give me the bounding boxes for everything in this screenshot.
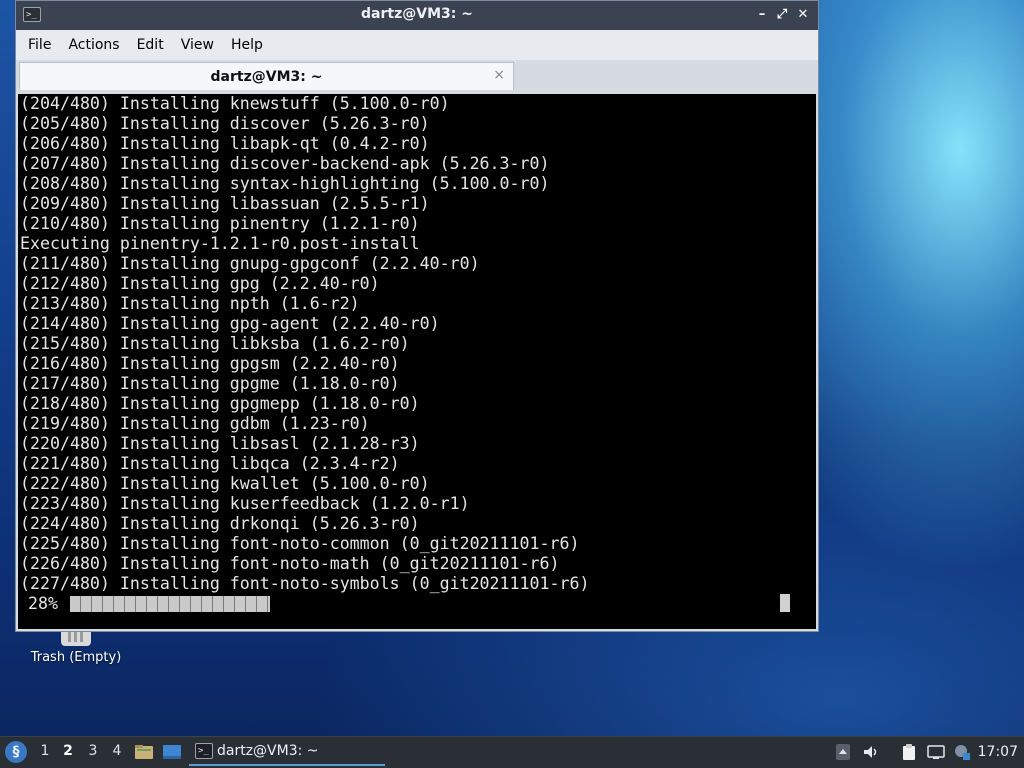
terminal-line: (211/480) Installing gnupg-gpgconf (2.2.… — [20, 254, 480, 273]
terminal-line: (208/480) Installing syntax-highlighting… — [20, 174, 550, 193]
progress-percent: 28% — [28, 594, 58, 613]
terminal-line: (207/480) Installing discover-backend-ap… — [20, 154, 550, 173]
tab-terminal[interactable]: dartz@VM3: ~ × — [19, 62, 514, 90]
start-menu-icon[interactable]: § — [5, 741, 27, 763]
terminal-line: (214/480) Installing gpg-agent (2.2.40-r… — [20, 314, 440, 333]
menu-actions[interactable]: Actions — [60, 37, 127, 53]
terminal-line: (222/480) Installing kwallet (5.100.0-r0… — [20, 474, 430, 493]
workspace-3[interactable]: 3 — [86, 743, 100, 759]
terminal-line: (212/480) Installing gpg (2.2.40-r0) — [20, 274, 380, 293]
window-title: dartz@VM3: ~ — [361, 6, 473, 22]
menubar: File Actions Edit View Help — [16, 30, 818, 60]
close-button[interactable]: ✕ — [794, 6, 812, 24]
terminal-line: (224/480) Installing drkonqi (5.26.3-r0) — [20, 514, 420, 533]
progress-bar — [70, 596, 270, 612]
tray-arrow-icon[interactable] — [834, 743, 852, 761]
show-desktop-icon[interactable] — [162, 742, 182, 762]
terminal-line: (205/480) Installing discover (5.26.3-r0… — [20, 114, 430, 133]
menu-help[interactable]: Help — [223, 37, 271, 53]
terminal-line: (216/480) Installing gpgsm (2.2.40-r0) — [20, 354, 400, 373]
tab-label: dartz@VM3: ~ — [210, 69, 323, 85]
terminal-cursor — [780, 594, 790, 612]
terminal-window: >_ dartz@VM3: ~ – ⤢ ✕ File Actions Edit … — [15, 0, 819, 632]
updates-icon[interactable] — [953, 743, 971, 761]
taskbar-terminal-label: dartz@VM3: ~ — [217, 743, 319, 759]
terminal-output[interactable]: (204/480) Installing knewstuff (5.100.0-… — [18, 94, 816, 629]
terminal-line: (225/480) Installing font-noto-common (0… — [20, 534, 580, 553]
workspace-2[interactable]: 2 — [61, 743, 75, 759]
menu-view[interactable]: View — [173, 37, 222, 53]
terminal-line: (210/480) Installing pinentry (1.2.1-r0) — [20, 214, 420, 233]
tab-bar: dartz@VM3: ~ × — [16, 60, 818, 92]
terminal-line: Executing pinentry-1.2.1-r0.post-install — [20, 234, 420, 253]
terminal-line: (226/480) Installing font-noto-math (0_g… — [20, 554, 560, 573]
terminal-line: (223/480) Installing kuserfeedback (1.2.… — [20, 494, 470, 513]
menu-file[interactable]: File — [20, 37, 59, 53]
workspace-4[interactable]: 4 — [110, 743, 124, 759]
minimize-button[interactable]: – — [753, 6, 771, 24]
terminal-line: (209/480) Installing libassuan (2.5.5-r1… — [20, 194, 430, 213]
clipboard-icon[interactable] — [900, 743, 918, 761]
terminal-line: (204/480) Installing knewstuff (5.100.0-… — [20, 94, 450, 113]
taskbar: § 1 2 3 4 >_ dartz@VM3: ~ 17:07 — [0, 736, 1024, 768]
network-icon[interactable] — [927, 743, 945, 761]
terminal-line: (215/480) Installing libksba (1.6.2-r0) — [20, 334, 410, 353]
terminal-line: (206/480) Installing libapk-qt (0.4.2-r0… — [20, 134, 430, 153]
terminal-line: (220/480) Installing libsasl (2.1.28-r3) — [20, 434, 420, 453]
volume-icon[interactable] — [862, 743, 880, 761]
terminal-line: (221/480) Installing libqca (2.3.4-r2) — [20, 454, 400, 473]
menu-edit[interactable]: Edit — [129, 37, 172, 53]
taskbar-terminal-button[interactable]: >_ dartz@VM3: ~ — [189, 739, 385, 766]
terminal-line: (219/480) Installing gdbm (1.23-r0) — [20, 414, 370, 433]
window-titlebar[interactable]: >_ dartz@VM3: ~ – ⤢ ✕ — [16, 1, 818, 30]
trash-desktop-icon[interactable]: Trash (Empty) — [24, 628, 128, 665]
terminal-lines: (204/480) Installing knewstuff (5.100.0-… — [18, 94, 816, 594]
clock[interactable]: 17:07 — [978, 744, 1018, 760]
terminal-line: (213/480) Installing npth (1.6-r2) — [20, 294, 360, 313]
maximize-button[interactable]: ⤢ — [773, 6, 791, 24]
workspace-1[interactable]: 1 — [38, 743, 52, 759]
trash-label: Trash (Empty) — [30, 650, 122, 665]
progress-row: 28% — [20, 594, 810, 614]
terminal-line: (217/480) Installing gpgme (1.18.0-r0) — [20, 374, 400, 393]
terminal-line: (218/480) Installing gpgmepp (1.18.0-r0) — [20, 394, 420, 413]
terminal-line: (227/480) Installing font-noto-symbols (… — [20, 574, 590, 593]
terminal-icon: >_ — [195, 743, 213, 759]
progress-bar-fill — [70, 596, 270, 612]
tab-close-icon[interactable]: × — [493, 67, 505, 83]
file-manager-icon[interactable] — [134, 742, 154, 762]
